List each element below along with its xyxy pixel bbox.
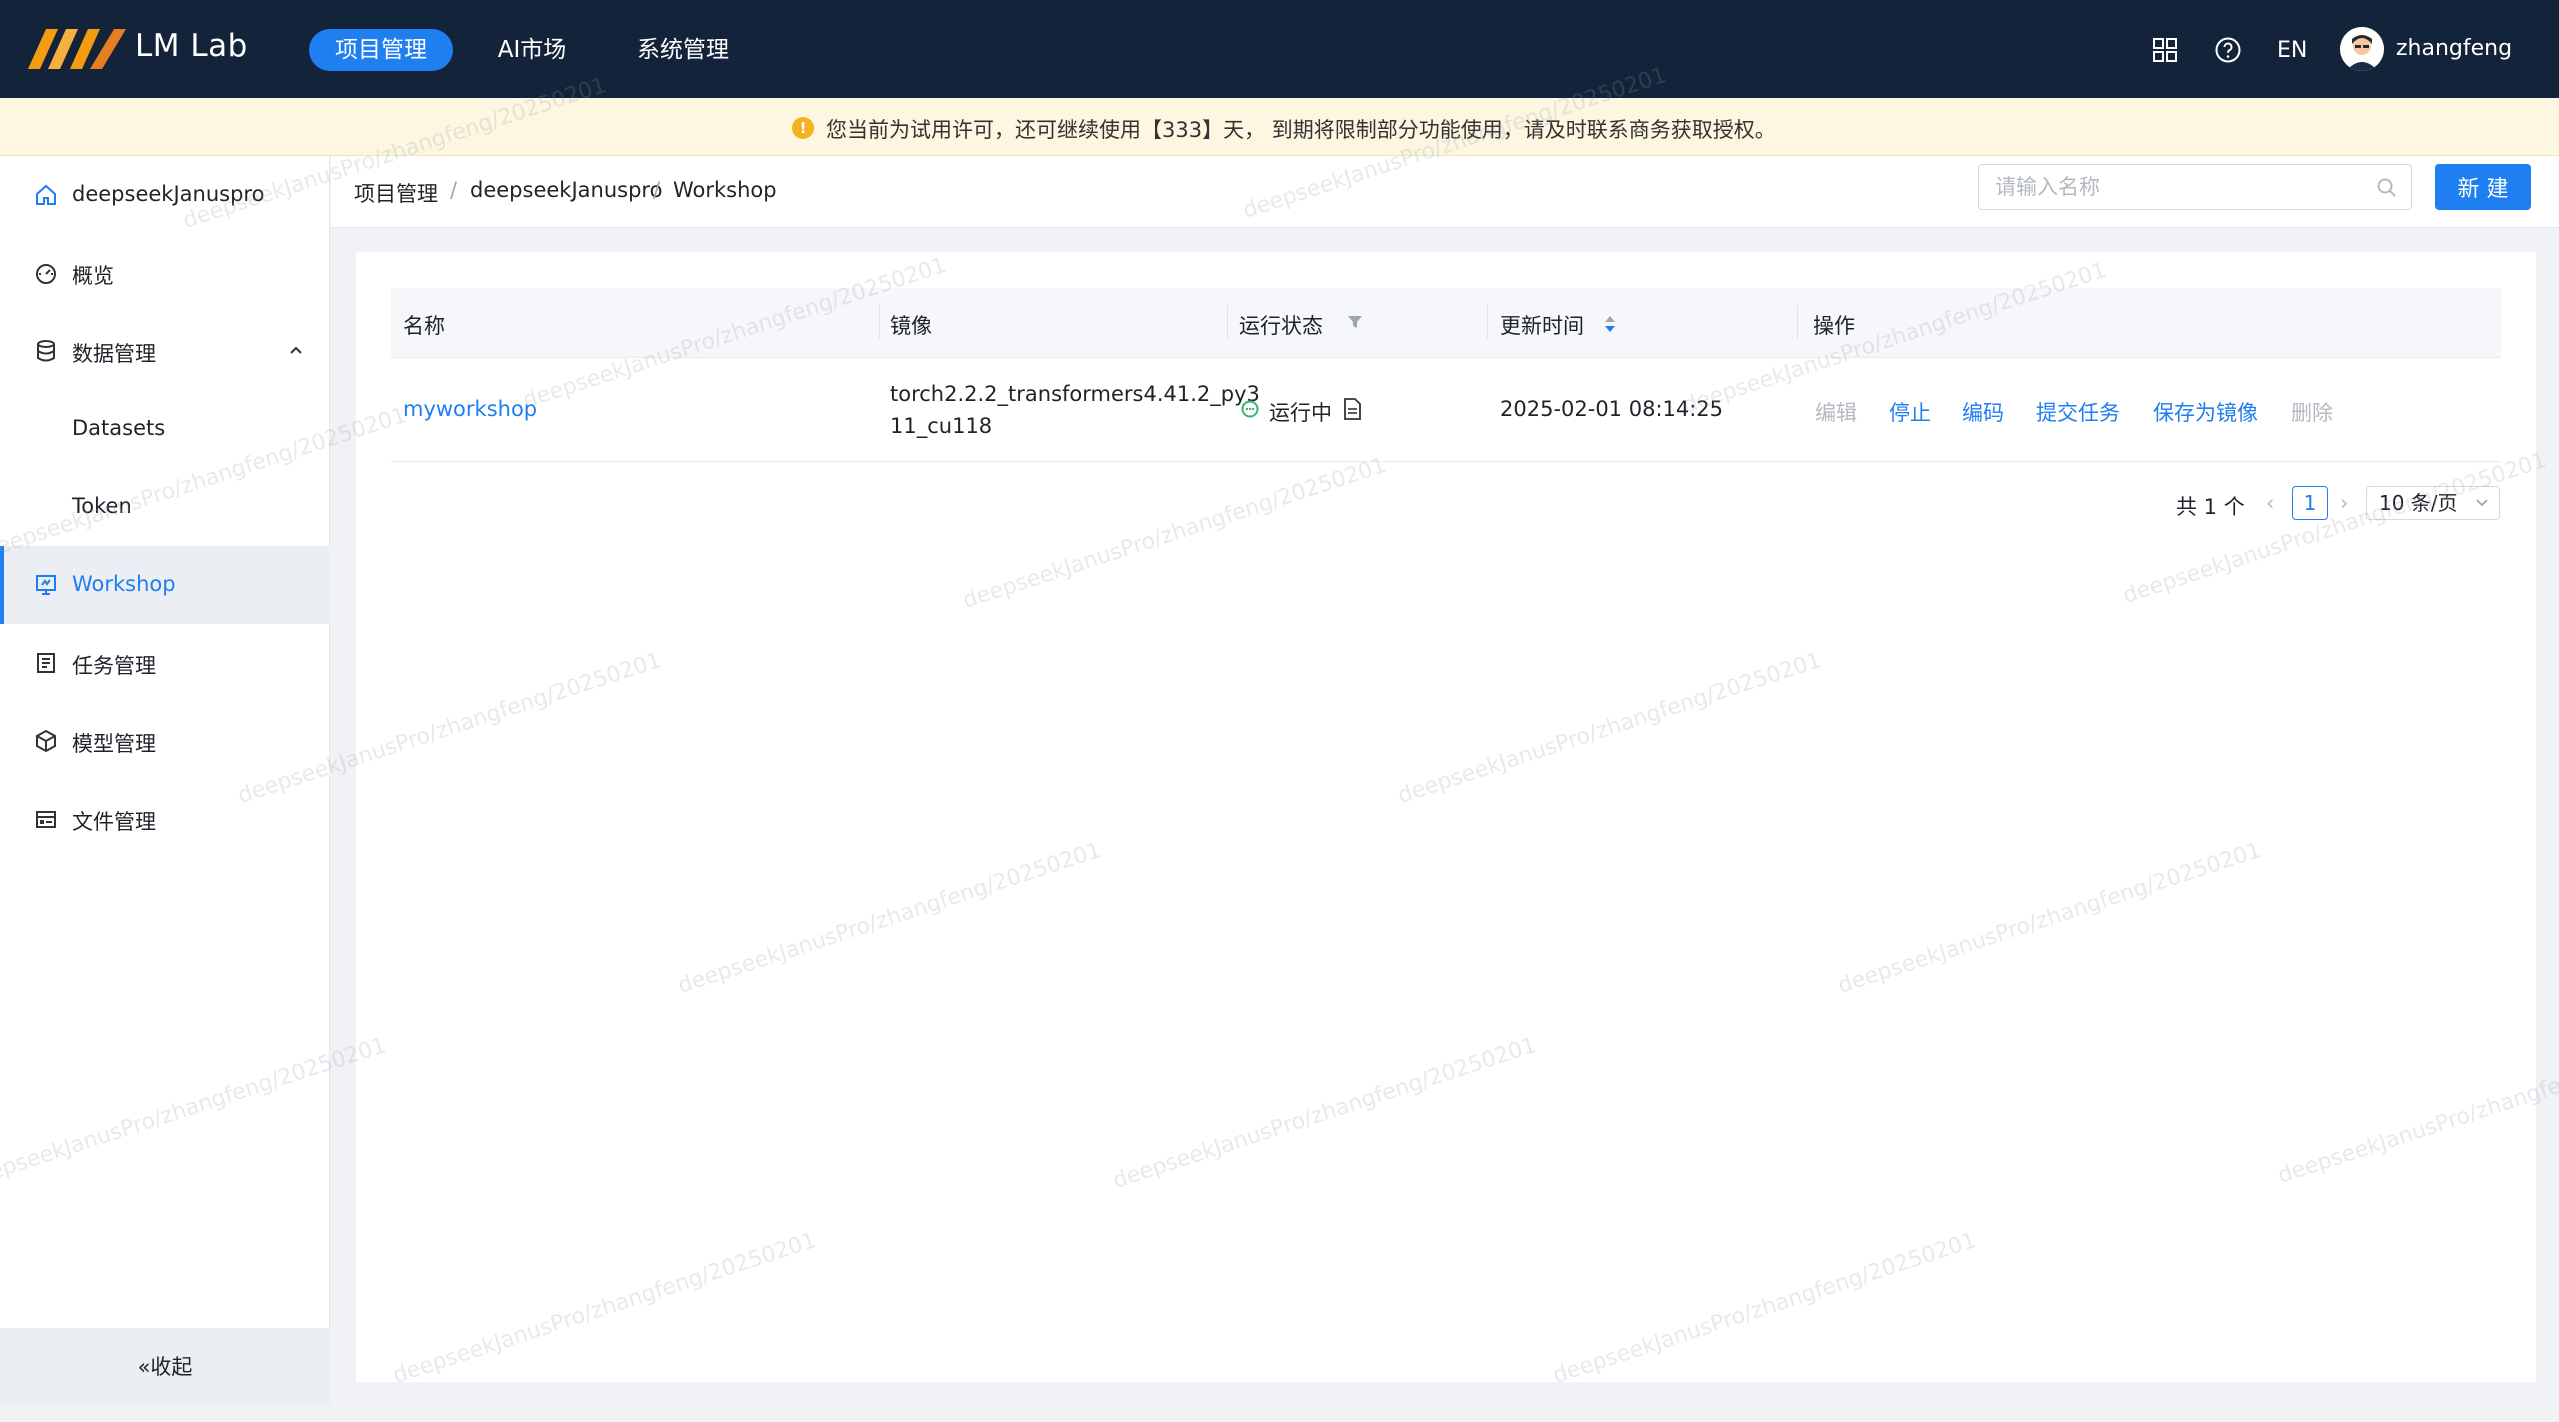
help-icon[interactable] [2214,36,2242,64]
sort-icon[interactable] [1603,314,1617,334]
file-icon [36,811,56,828]
language-switch[interactable]: EN [2277,38,2307,63]
column-header-name: 名称 [403,314,445,338]
stop-action[interactable]: 停止 [1889,397,1931,427]
sidebar-project-name: deepseekJanuspro [72,182,265,206]
pagination-total: 共 1 个 [2176,495,2245,519]
search-icon[interactable] [2375,176,2399,200]
nav-system-management[interactable]: 系统管理 [625,29,741,71]
trial-license-text: 您当前为试用许可，还可继续使用【333】天， 到期将限制部分功能使用，请及时联系… [826,118,1776,142]
task-icon [37,653,55,673]
page-number-current[interactable]: 1 [2292,486,2328,520]
sidebar-item-label: 任务管理 [72,654,156,678]
home-icon [36,184,56,205]
edit-action[interactable]: 编辑 [1815,397,1857,427]
log-document-icon[interactable] [1342,398,1362,420]
dashboard-icon [36,264,56,284]
model-cube-icon [36,729,56,753]
page-size-value: 10 条/页 [2379,491,2458,515]
column-divider [879,305,880,339]
sidebar-item-label: 概览 [72,264,114,288]
sidebar-project-home[interactable]: deepseekJanuspro [0,156,330,234]
lm-lab-logo-icon[interactable] [28,24,128,74]
column-header-actions: 操作 [1813,314,1855,338]
submit-task-action[interactable]: 提交任务 [2036,397,2120,427]
new-button[interactable]: 新 建 [2435,164,2531,210]
save-as-image-action[interactable]: 保存为镜像 [2153,397,2258,427]
code-action[interactable]: 编码 [1962,397,2004,427]
breadcrumb-separator: / [653,178,661,202]
image-name-line2: 11_cu118 [890,414,993,438]
sidebar-item-workshop[interactable]: Workshop [0,546,330,624]
app-grid-icon[interactable] [2151,36,2179,64]
breadcrumb-project[interactable]: deepseekJanuspro [470,178,662,202]
sidebar-item-data-management[interactable]: 数据管理 [0,312,330,390]
column-header-status: 运行状态 [1239,314,1323,338]
avatar-icon [2340,27,2384,71]
warning-icon: ! [792,117,814,139]
chevron-up-icon[interactable] [288,342,304,358]
sidebar-item-label: Workshop [72,572,176,596]
image-name-line1: torch2.2.2_transformers4.41.2_py3 [890,382,1260,406]
sidebar-item-label: Token [72,494,132,518]
column-divider [1227,305,1228,339]
sidebar-item-overview[interactable]: 概览 [0,234,330,312]
prev-page-icon[interactable]: ‹ [2266,491,2274,515]
column-divider [1797,305,1798,339]
search-input[interactable] [1995,173,2355,201]
sidebar-item-label: 模型管理 [72,732,156,756]
chevron-down-icon [2476,499,2488,507]
next-page-icon[interactable]: › [2340,491,2348,515]
delete-action[interactable]: 删除 [2291,397,2333,427]
running-status-icon [1241,400,1259,418]
sidebar-collapse-button[interactable]: «收起 [0,1328,330,1406]
sidebar-item-datasets[interactable]: Datasets [0,390,330,468]
column-divider [1487,305,1488,339]
column-header-updated: 更新时间 [1500,314,1584,338]
nav-project-management[interactable]: 项目管理 [309,29,453,71]
user-avatar[interactable] [2340,27,2384,71]
sidebar: deepseekJanuspro 概览 数据管理 Datasets Token [0,156,330,1406]
sidebar-item-label: 文件管理 [72,810,156,834]
status-text: 运行中 [1269,401,1332,425]
sidebar-item-label: 数据管理 [72,342,156,366]
updated-time: 2025-02-01 08:14:25 [1500,397,1724,421]
sidebar-item-model-management[interactable]: 模型管理 [0,702,330,780]
username[interactable]: zhangfeng [2396,36,2512,61]
sidebar-item-file-management[interactable]: 文件管理 [0,780,330,858]
workshop-name-link[interactable]: myworkshop [403,397,537,421]
column-header-image: 镜像 [890,314,932,338]
filter-icon[interactable] [1347,314,1363,330]
sidebar-item-token[interactable]: Token [0,468,330,546]
page-size-select[interactable]: 10 条/页 [2366,486,2500,520]
breadcrumb-project-management[interactable]: 项目管理 [354,178,438,208]
nav-ai-market[interactable]: AI市场 [480,29,584,71]
top-navbar: LM Lab 项目管理 AI市场 系统管理 EN zhangfeng [0,0,2559,98]
database-icon [37,340,55,362]
table-header [391,288,2501,358]
sidebar-item-label: Datasets [72,416,166,440]
search-box [1978,164,2412,210]
breadcrumb-current: Workshop [673,178,777,202]
sidebar-item-task-management[interactable]: 任务管理 [0,624,330,702]
brand-title: LM Lab [135,28,248,64]
workshop-icon [36,575,56,595]
breadcrumb-separator: / [450,178,458,202]
